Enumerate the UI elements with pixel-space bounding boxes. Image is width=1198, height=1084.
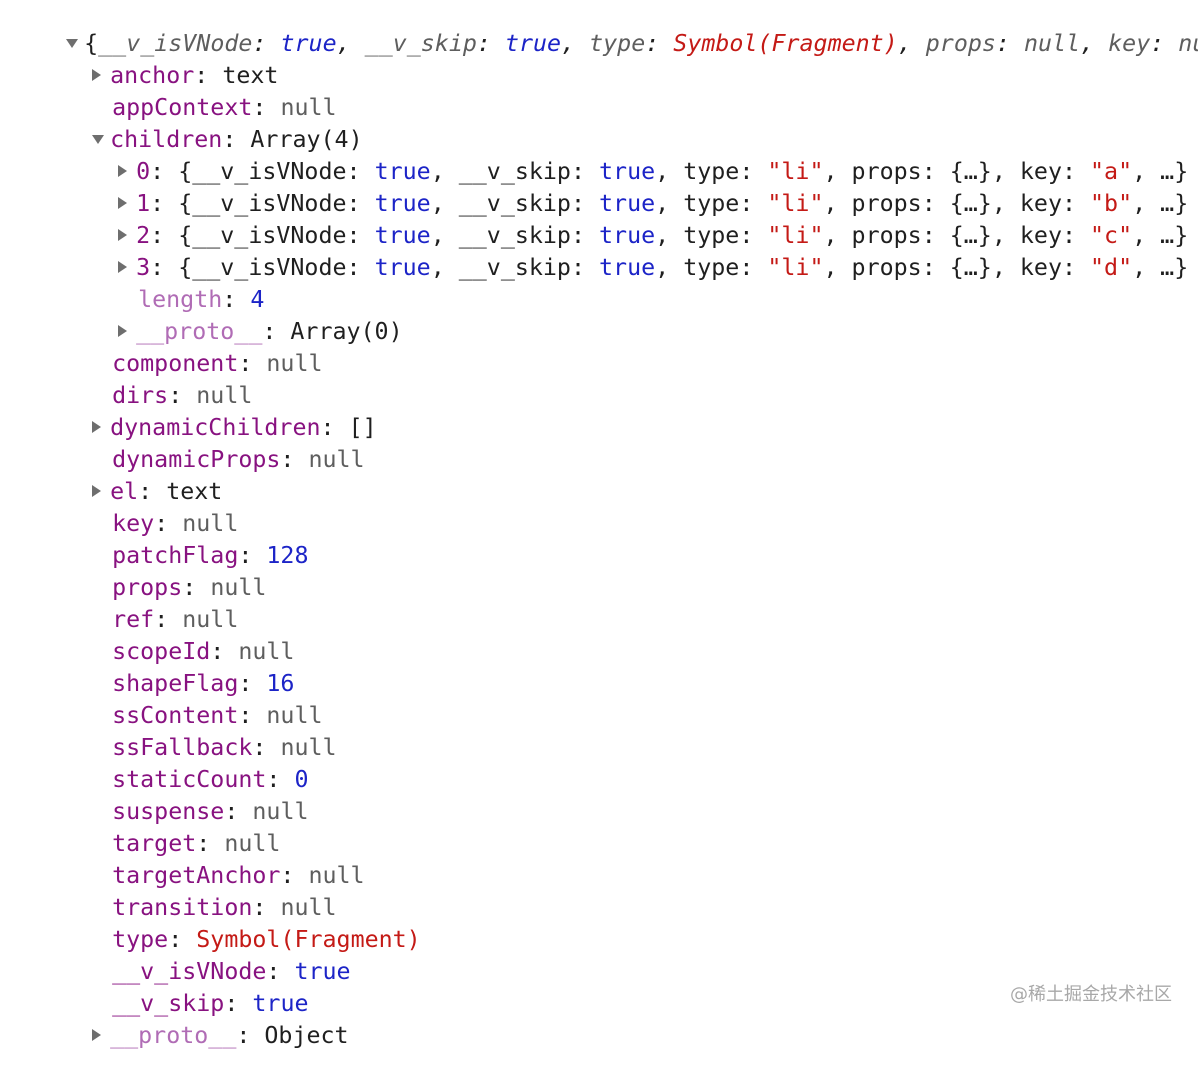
array-item-3[interactable]: 3: {__v_isVNode: true, __v_skip: true, t… xyxy=(62,220,1188,281)
property-row-shapeFlag: shapeFlag: 16 xyxy=(112,670,295,697)
property-row-children-proto[interactable]: __proto__: Array(0) xyxy=(62,284,403,345)
array-item-1[interactable]: 1: {__v_isVNode: true, __v_skip: true, t… xyxy=(62,156,1188,217)
object-summary-row[interactable]: {__v_isVNode: true, __v_skip: true, type… xyxy=(10,0,1198,57)
array-item-0[interactable]: 0: {__v_isVNode: true, __v_skip: true, t… xyxy=(62,124,1188,185)
property-row-key: key: null xyxy=(112,510,239,537)
property-row-length: length: 4 xyxy=(138,286,265,313)
property-row-transition: transition: null xyxy=(112,894,337,921)
property-row-proto[interactable]: __proto__: Object xyxy=(36,988,349,1049)
property-row-scopeId: scopeId: null xyxy=(112,638,295,665)
property-row-dynamicChildren[interactable]: dynamicChildren: [] xyxy=(36,380,377,441)
property-row-ssContent: ssContent: null xyxy=(112,702,323,729)
property-row-suspense: suspense: null xyxy=(112,798,309,825)
property-row-staticCount: staticCount: 0 xyxy=(112,766,309,793)
property-row-target: target: null xyxy=(112,830,281,857)
property-row-patchFlag: patchFlag: 128 xyxy=(112,542,309,569)
property-row-ssFallback: ssFallback: null xyxy=(112,734,337,761)
property-row-targetAnchor: targetAnchor: null xyxy=(112,862,365,889)
property-row-type: type: Symbol(Fragment) xyxy=(112,926,421,953)
watermark: @稀土掘金技术社区 xyxy=(1010,984,1172,1005)
array-item-2[interactable]: 2: {__v_isVNode: true, __v_skip: true, t… xyxy=(62,188,1188,249)
property-row-el[interactable]: el: text xyxy=(36,444,222,505)
property-row-ref: ref: null xyxy=(112,606,239,633)
property-row-isVNode: __v_isVNode: true xyxy=(112,958,351,985)
property-row-appContext: appContext: null xyxy=(112,94,337,121)
property-row-skip: __v_skip: true xyxy=(112,990,309,1017)
collapse-triangle-icon[interactable] xyxy=(92,1029,102,1041)
property-row-dynamicProps: dynamicProps: null xyxy=(112,446,365,473)
property-row-props: props: null xyxy=(112,574,267,601)
property-row-component: component: null xyxy=(112,350,323,377)
property-row-anchor[interactable]: anchor: text xyxy=(36,28,278,89)
property-row-children[interactable]: children: Array(4) xyxy=(36,92,363,153)
property-row-dirs: dirs: null xyxy=(112,382,253,409)
